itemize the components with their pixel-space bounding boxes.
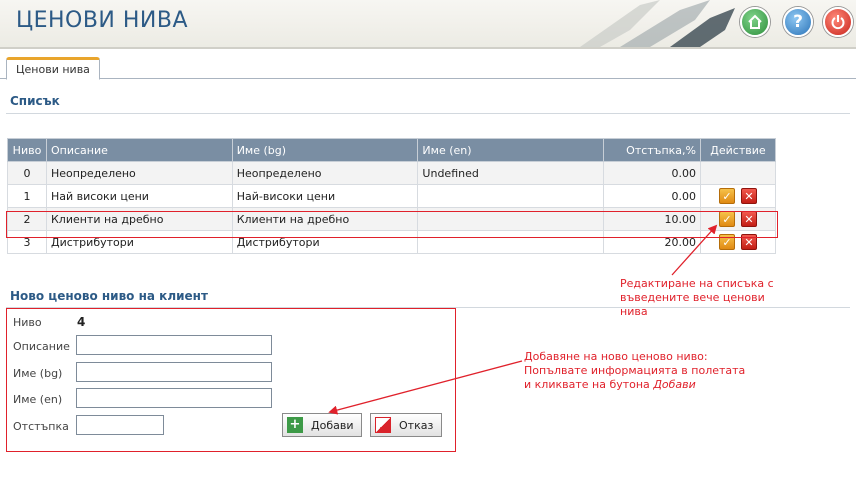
cell-name-en — [417, 184, 605, 208]
plus-icon: + — [287, 417, 303, 433]
level-value: 4 — [77, 315, 86, 329]
column-header[interactable]: Ниво — [7, 138, 47, 162]
edit-annotation-line: нива — [620, 305, 648, 318]
delete-icon[interactable]: ✕ — [740, 188, 757, 204]
cell-discount: 20.00 — [603, 230, 701, 254]
edit-annotation-line: Редактиране на списъка с — [620, 277, 774, 290]
cell-actions — [699, 161, 777, 185]
cell-level: 3 — [7, 230, 47, 254]
cell-name-bg: Дистрибутори — [231, 230, 419, 254]
price-levels-table: Ниво Описание Име (bg) Име (en) Отстъпка… — [7, 138, 777, 254]
discount-input[interactable] — [76, 415, 164, 435]
cell-level: 2 — [7, 207, 47, 231]
cell-name-en: Undefined — [417, 161, 605, 185]
add-annotation: Добавяне на ново ценово ниво: Попълвате … — [524, 350, 745, 392]
form-section-title: Ново ценово ниво на клиент — [10, 289, 208, 303]
edit-annotation-line: въведените вече ценови — [620, 291, 765, 304]
logout-button[interactable] — [823, 7, 853, 37]
cell-name-bg: Клиенти на дребно — [231, 207, 419, 231]
list-section-title: Списък — [10, 94, 60, 108]
add-button-label: Добави — [311, 418, 354, 432]
name-bg-label: Име (bg) — [13, 367, 63, 380]
edit-icon[interactable]: ✓ — [718, 188, 735, 204]
cell-description: Неопределено — [45, 161, 233, 185]
cell-description: Най високи цени — [45, 184, 233, 208]
column-header[interactable]: Име (bg) — [231, 138, 419, 162]
table-row: 2 Клиенти на дребно Клиенти на дребно 10… — [7, 207, 777, 231]
delete-icon[interactable]: ✕ — [740, 234, 757, 250]
table-header-row: Ниво Описание Име (bg) Име (en) Отстъпка… — [7, 138, 777, 162]
column-header[interactable]: Описание — [45, 138, 233, 162]
home-icon — [748, 14, 762, 29]
column-header: Действие — [699, 138, 777, 162]
help-icon: ? — [793, 12, 803, 32]
cancel-button-label: Отказ — [399, 418, 434, 432]
description-input[interactable] — [76, 335, 272, 355]
tab-bar: Ценови нива — [0, 57, 856, 80]
table-row: 3 Дистрибутори Дистрибутори 20.00 ✓ ✕ — [7, 230, 777, 254]
cancel-button[interactable]: Отказ — [370, 413, 443, 437]
name-en-label: Име (en) — [13, 393, 63, 406]
cell-actions: ✓ ✕ — [699, 207, 777, 231]
description-label: Описание — [13, 340, 70, 353]
cell-level: 1 — [7, 184, 47, 208]
discount-label: Отстъпка — [13, 420, 69, 433]
cell-discount: 10.00 — [603, 207, 701, 231]
edit-icon[interactable]: ✓ — [718, 211, 735, 227]
cell-level: 0 — [7, 161, 47, 185]
column-header[interactable]: Име (en) — [417, 138, 605, 162]
cell-description: Клиенти на дребно — [45, 207, 233, 231]
cell-actions: ✓ ✕ — [699, 230, 777, 254]
cell-discount: 0.00 — [603, 184, 701, 208]
cell-discount: 0.00 — [603, 161, 701, 185]
cell-name-en — [417, 207, 605, 231]
add-annotation-line: Добавяне на ново ценово ниво: — [524, 350, 708, 363]
delete-icon[interactable]: ✕ — [740, 211, 757, 227]
table-row: 0 Неопределено Неопределено Undefined 0.… — [7, 161, 777, 185]
add-annotation-line: Попълвате информацията в полетата — [524, 364, 746, 377]
add-annotation-emphasis: Добави — [653, 378, 696, 391]
cell-name-bg: Неопределено — [231, 161, 419, 185]
cell-name-en — [417, 230, 605, 254]
add-annotation-line: и кликвате на бутона Добави — [524, 378, 745, 392]
help-button[interactable]: ? — [783, 7, 813, 37]
header-decoration — [580, 0, 735, 47]
home-button[interactable] — [740, 7, 770, 37]
cancel-icon — [375, 417, 391, 433]
header-divider — [0, 47, 856, 49]
page-title: ЦЕНОВИ НИВА — [16, 8, 189, 33]
list-divider — [6, 113, 850, 114]
app-header: ЦЕНОВИ НИВА ? — [0, 0, 856, 47]
table-row: 1 Най високи цени Най-високи цени 0.00 ✓… — [7, 184, 777, 208]
cell-name-bg: Най-високи цени — [231, 184, 419, 208]
edit-icon[interactable]: ✓ — [718, 234, 735, 250]
tab-price-levels[interactable]: Ценови нива — [6, 57, 100, 80]
column-header[interactable]: Отстъпка,% — [603, 138, 701, 162]
cell-actions: ✓ ✕ — [699, 184, 777, 208]
name-bg-input[interactable] — [76, 362, 272, 382]
add-annotation-text: и кликвате на бутона — [524, 378, 654, 391]
power-icon — [831, 15, 845, 30]
level-label: Ниво — [13, 316, 42, 329]
edit-annotation: Редактиране на списъка с въведените вече… — [620, 277, 774, 319]
cell-description: Дистрибутори — [45, 230, 233, 254]
name-en-input[interactable] — [76, 388, 272, 408]
add-button[interactable]: + Добави — [282, 413, 363, 437]
